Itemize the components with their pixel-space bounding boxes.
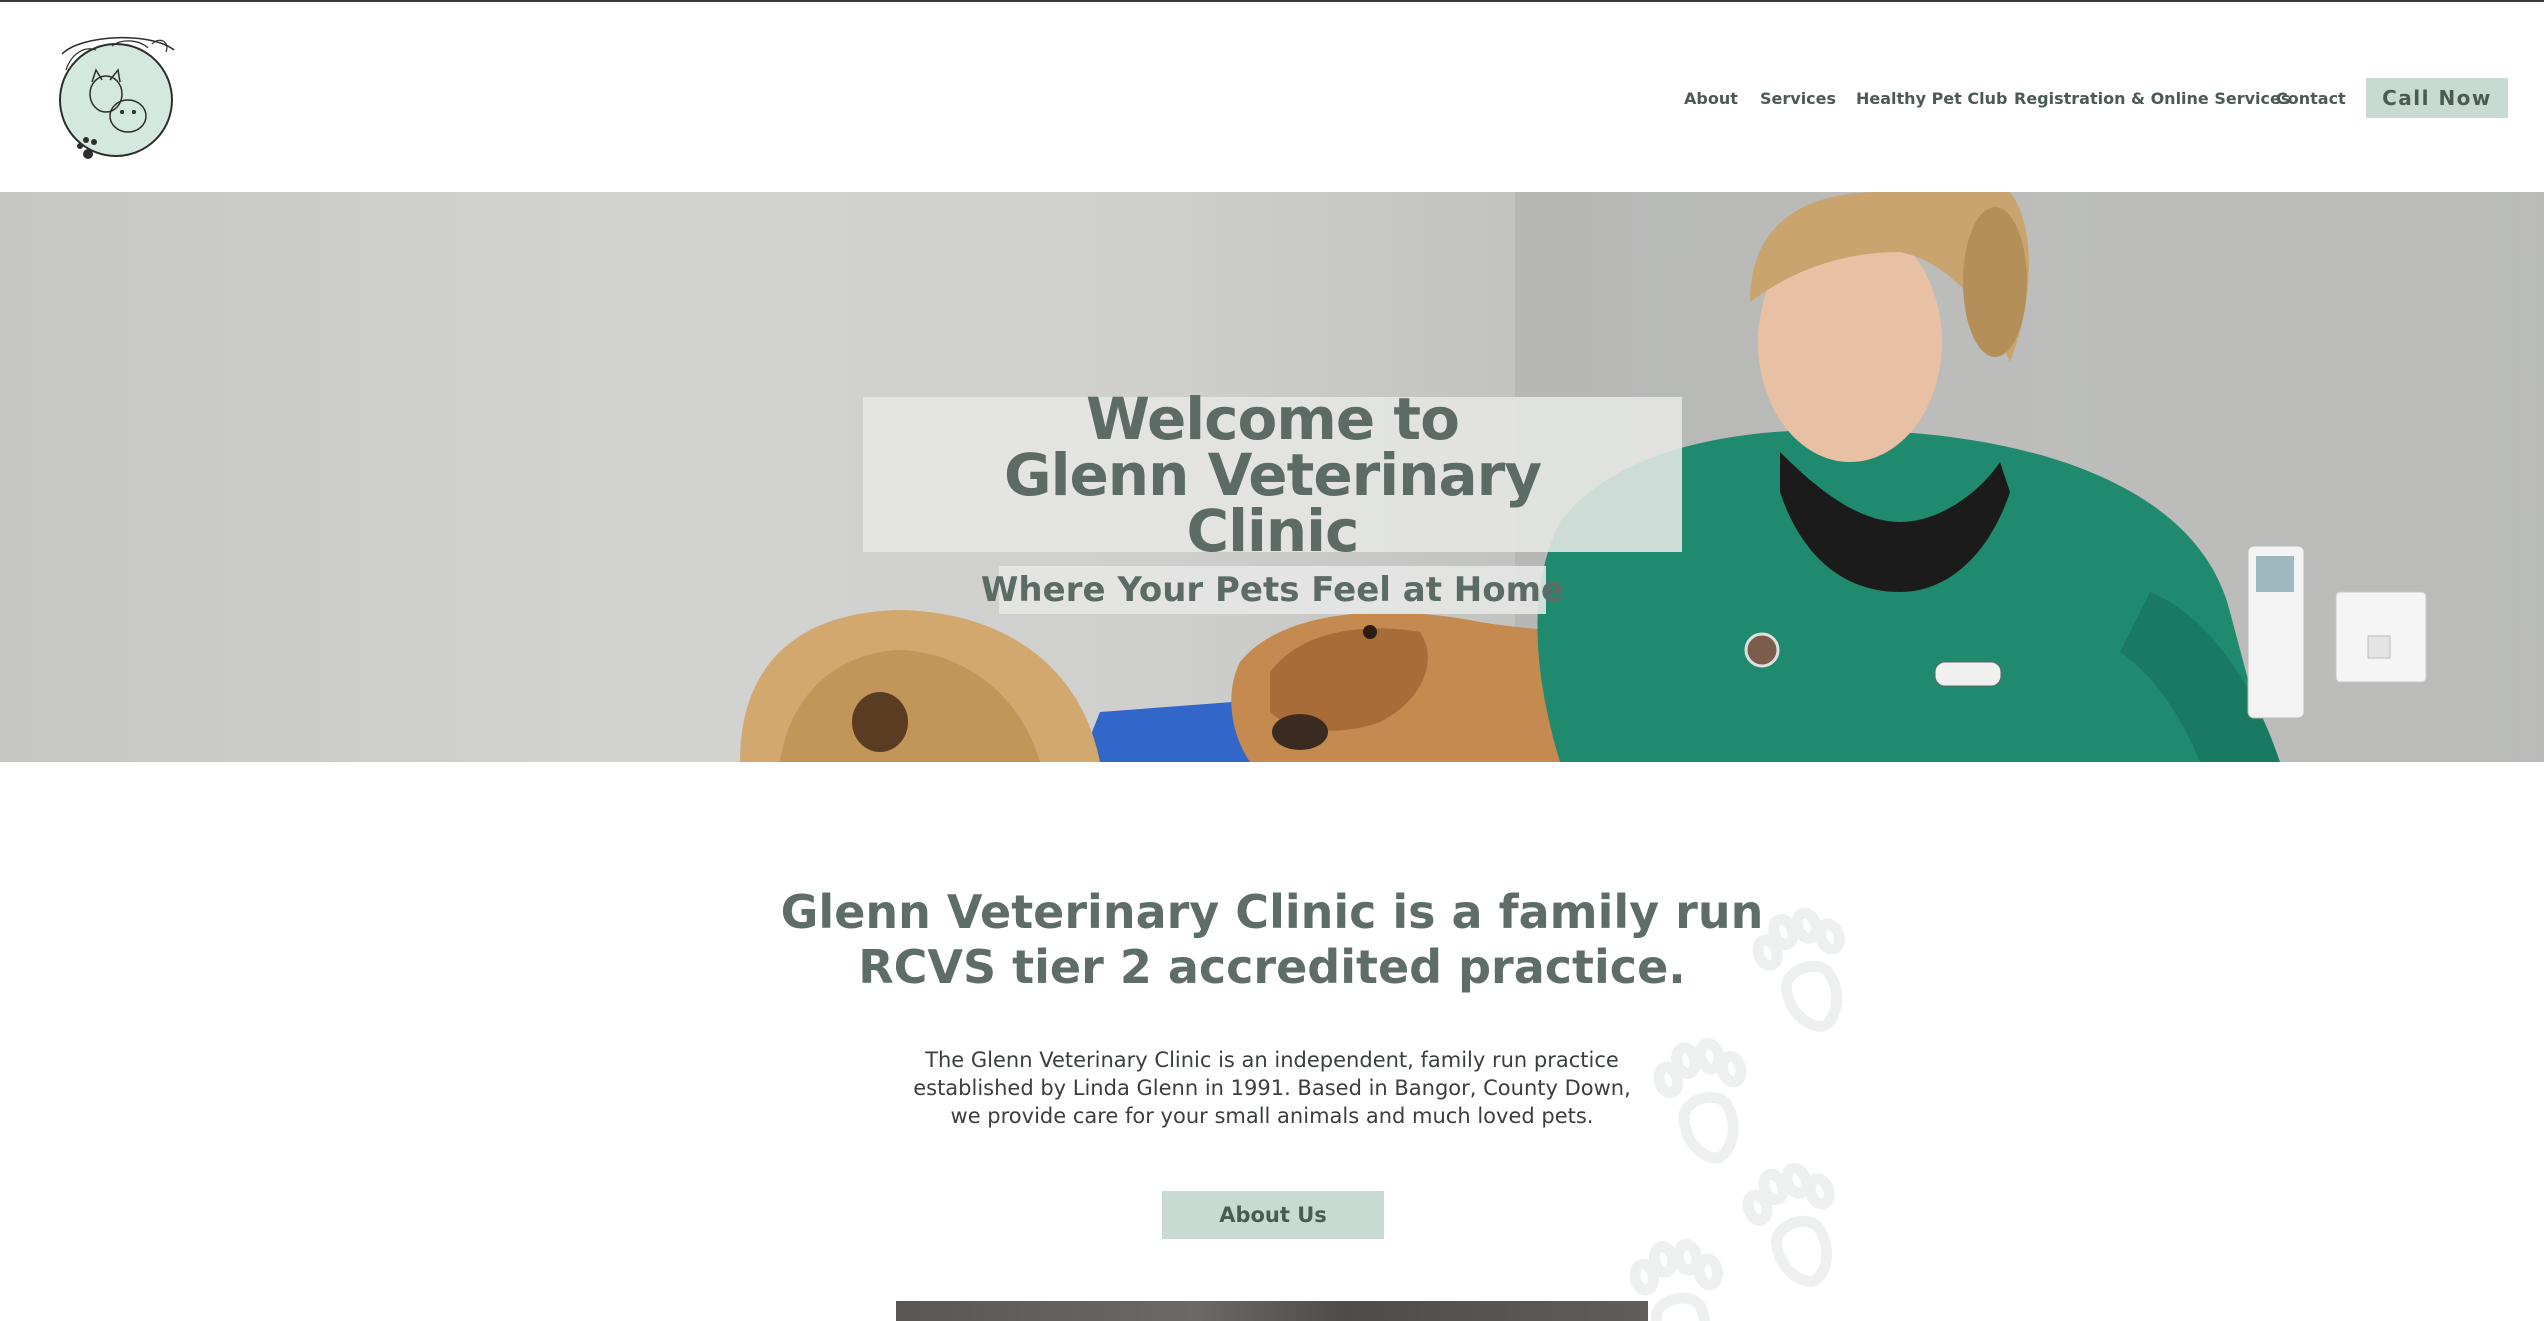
nav-contact[interactable]: Contact xyxy=(2276,89,2346,108)
about-us-button[interactable]: About Us xyxy=(1162,1191,1384,1239)
intro-text: The Glenn Veterinary Clinic is an indepe… xyxy=(913,1048,1631,1128)
intro-heading: Glenn Veterinary Clinic is a family run … xyxy=(780,885,1764,994)
hero-title: Welcome to Glenn Veterinary Clinic xyxy=(1003,384,1542,565)
nav-services[interactable]: Services xyxy=(1760,89,1836,108)
nav-registration-online-services[interactable]: Registration & Online Services xyxy=(2014,89,2290,108)
hero-subtitle: Where Your Pets Feel at Home xyxy=(980,570,1565,610)
site-logo[interactable] xyxy=(52,24,182,172)
hero-subtitle-box: Where Your Pets Feel at Home xyxy=(981,566,1564,614)
hero-title-box: Welcome to Glenn Veterinary Clinic xyxy=(863,390,1682,560)
call-now-button[interactable]: Call Now xyxy=(2366,78,2508,118)
site-header: About Services Healthy Pet Club Registra… xyxy=(0,2,2544,192)
hero-banner: Welcome to Glenn Veterinary Clinic Where… xyxy=(0,192,2544,762)
nav-healthy-pet-club[interactable]: Healthy Pet Club xyxy=(1856,89,2007,108)
section-image-top-edge xyxy=(896,1301,1648,1321)
nav-about[interactable]: About xyxy=(1684,89,1738,108)
